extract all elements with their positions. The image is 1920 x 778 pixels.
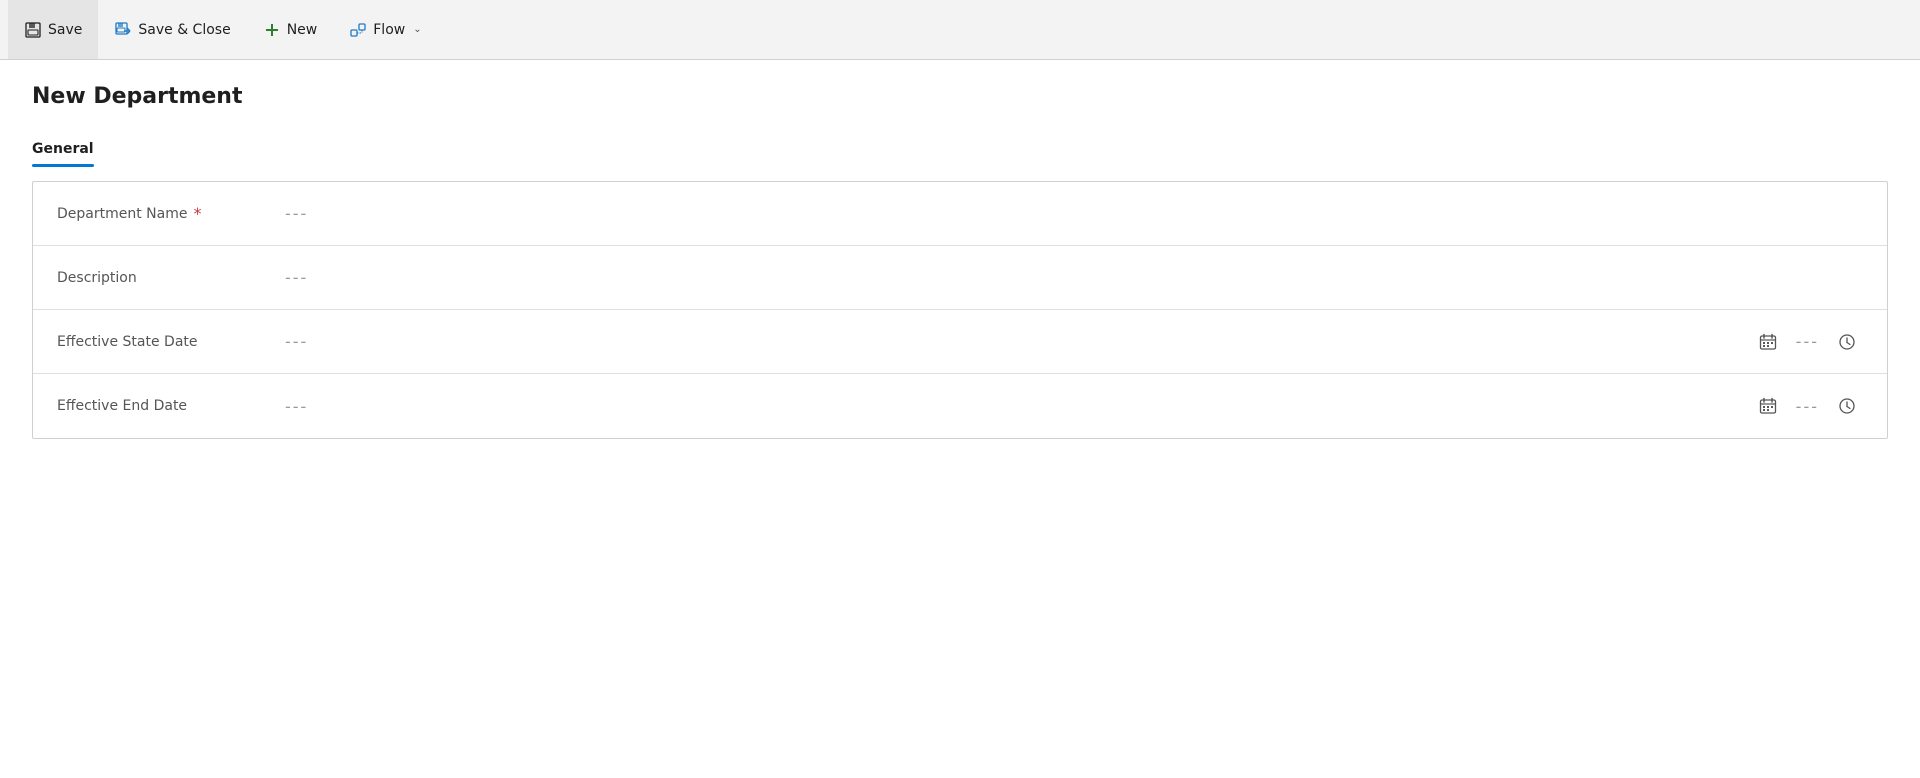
save-close-label: Save & Close (138, 22, 230, 38)
save-close-icon (114, 21, 132, 39)
flow-icon (349, 21, 367, 39)
flow-chevron-icon: ⌄ (413, 24, 421, 35)
department-name-value[interactable]: --- (277, 204, 1863, 223)
flow-button[interactable]: Flow ⌄ (333, 0, 437, 59)
save-label: Save (48, 22, 82, 38)
page-content: New Department General Department Name *… (0, 60, 1920, 463)
page-title: New Department (32, 84, 1888, 109)
save-button[interactable]: Save (8, 0, 98, 59)
effective-end-time-value[interactable]: --- (1784, 397, 1831, 416)
effective-end-date-label: Effective End Date (57, 398, 277, 414)
effective-start-date-calendar-icon[interactable] (1752, 326, 1784, 358)
tabs: General (32, 133, 1888, 165)
new-label: New (287, 22, 318, 38)
effective-start-date-value[interactable]: --- (277, 332, 1752, 351)
save-icon (24, 21, 42, 39)
description-value[interactable]: --- (277, 268, 1863, 287)
description-label: Description (57, 270, 277, 286)
department-name-row: Department Name * --- (33, 182, 1887, 246)
flow-label: Flow (373, 22, 405, 38)
department-name-label: Department Name * (57, 204, 277, 223)
new-icon (263, 21, 281, 39)
tab-general[interactable]: General (32, 133, 94, 165)
description-row: Description --- (33, 246, 1887, 310)
effective-start-date-row: Effective State Date --- --- (33, 310, 1887, 374)
new-button[interactable]: New (247, 0, 334, 59)
required-indicator: * (193, 204, 201, 223)
save-close-button[interactable]: Save & Close (98, 0, 246, 59)
effective-end-date-row: Effective End Date --- --- (33, 374, 1887, 438)
form-section: Department Name * --- Description --- Ef… (32, 181, 1888, 439)
effective-end-date-calendar-icon[interactable] (1752, 390, 1784, 422)
effective-start-date-label: Effective State Date (57, 334, 277, 350)
effective-start-time-icon[interactable] (1831, 326, 1863, 358)
effective-end-time-icon[interactable] (1831, 390, 1863, 422)
effective-start-time-value[interactable]: --- (1784, 332, 1831, 351)
toolbar: Save Save & Close New (0, 0, 1920, 60)
effective-end-date-value[interactable]: --- (277, 397, 1752, 416)
